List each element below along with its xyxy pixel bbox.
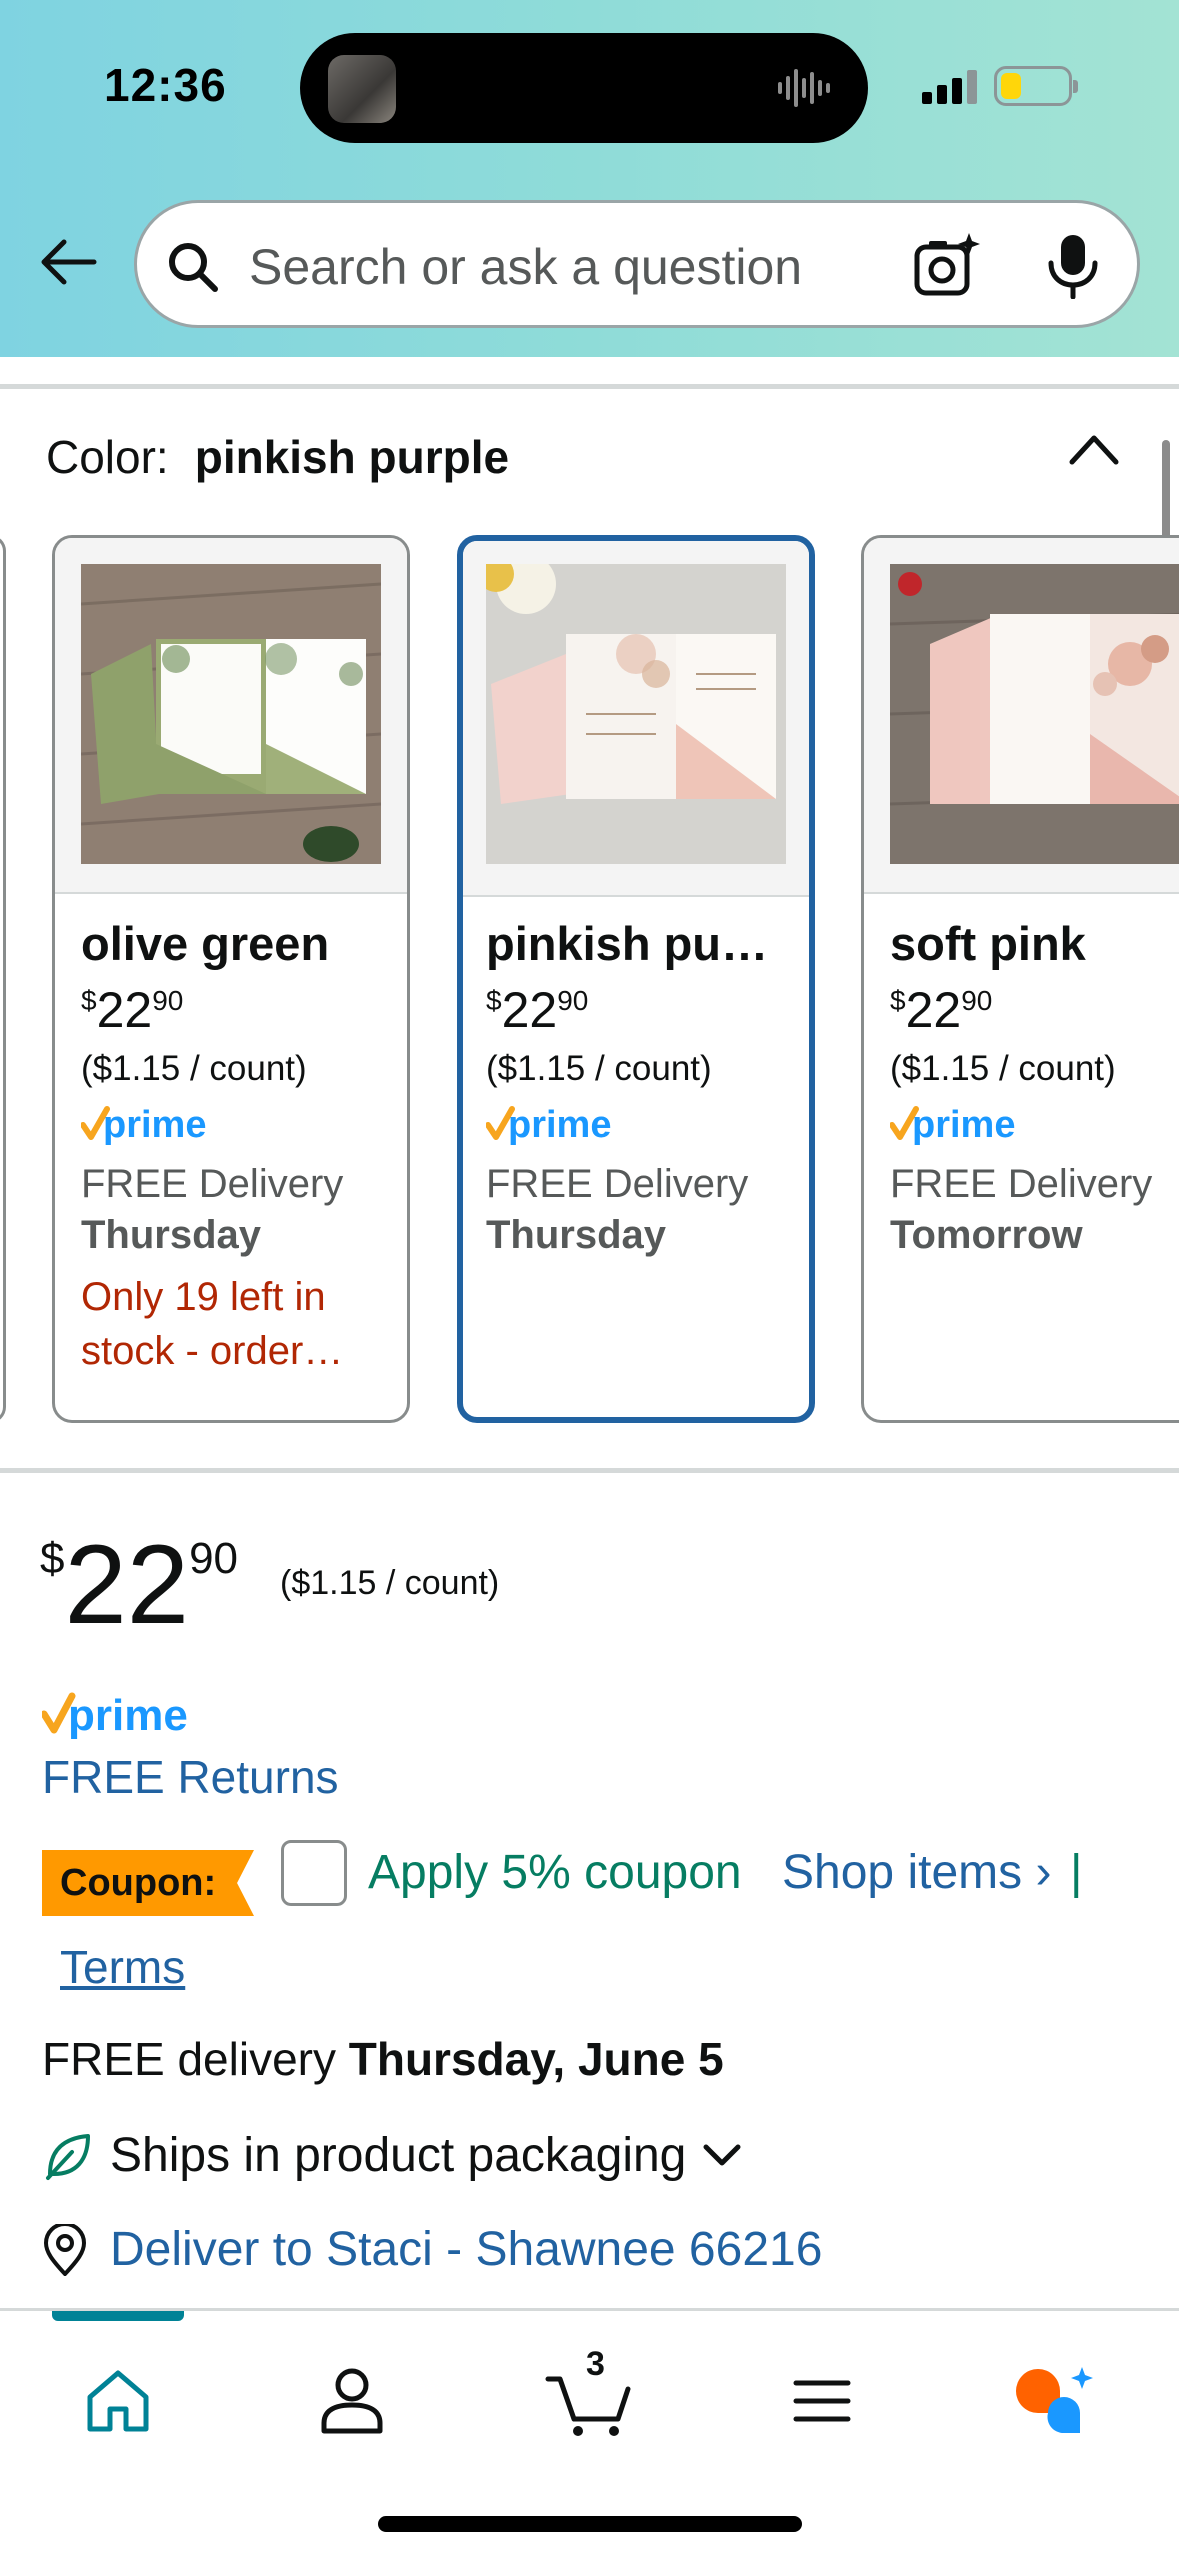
- prime-logo: prime: [485, 1104, 611, 1146]
- color-option-price: $2290: [81, 981, 397, 1043]
- prime-logo: prime: [42, 1691, 188, 1740]
- cart-count-badge: 3: [586, 2345, 605, 2383]
- audio-waveform-icon: [778, 69, 830, 107]
- search-bar[interactable]: [134, 200, 1140, 328]
- svg-text:prime: prime: [508, 1104, 611, 1146]
- apply-coupon-label[interactable]: Apply 5% coupon: [368, 1845, 742, 1900]
- battery-icon: [994, 66, 1078, 106]
- price-fraction: 90: [189, 1534, 239, 1583]
- color-label: Color:: [46, 431, 169, 483]
- ships-in-packaging-toggle[interactable]: Ships in product packaging: [42, 2128, 742, 2183]
- ships-in-packaging-label: Ships in product packaging: [110, 2129, 687, 2182]
- price-currency: $: [890, 985, 906, 1016]
- camera-search-icon[interactable]: [913, 231, 981, 299]
- coupon-terms-link[interactable]: Terms: [60, 1940, 185, 1994]
- selected-color-value: pinkish purple: [194, 431, 510, 483]
- free-returns-link[interactable]: FREE Returns: [42, 1750, 339, 1804]
- location-pin-icon: [43, 2223, 87, 2276]
- color-option-soft-pink[interactable]: soft pink $2290 ($1.15 / count) prime FR…: [861, 535, 1179, 1423]
- color-option-image-area: [55, 538, 407, 894]
- product-image: [486, 564, 786, 864]
- price-fraction: 90: [961, 985, 993, 1016]
- prime-logo: prime: [889, 1104, 1015, 1146]
- coupon-badge: Coupon:: [42, 1850, 254, 1916]
- delivery-text: FREE Delivery: [486, 1162, 749, 1206]
- account-icon[interactable]: [312, 2361, 392, 2441]
- leaf-icon: [46, 2133, 90, 2180]
- price-currency: $: [40, 1534, 65, 1583]
- prime-logo: prime: [80, 1104, 206, 1146]
- search-input[interactable]: [249, 235, 869, 299]
- stock-warning-line: Only 19 left in: [81, 1275, 326, 1319]
- color-option-price: $2290: [890, 981, 1179, 1043]
- status-time: 12:36: [104, 59, 227, 111]
- color-option-price: $2290: [486, 981, 799, 1043]
- price-currency: $: [486, 985, 502, 1016]
- color-option-name: soft pink: [890, 917, 1086, 970]
- color-option-name: pinkish pu…: [486, 917, 768, 970]
- coupon-checkbox[interactable]: [281, 1840, 347, 1906]
- chevron-down-icon: [703, 2144, 741, 2165]
- menu-icon[interactable]: [782, 2361, 862, 2441]
- cellular-signal-icon: [922, 70, 977, 104]
- active-tab-indicator: [52, 2311, 184, 2321]
- main-unit-price: ($1.15 / count): [280, 1564, 500, 1602]
- home-icon[interactable]: [78, 2361, 158, 2441]
- price-fraction: 90: [152, 985, 184, 1016]
- app-header: 12:36: [0, 0, 1179, 357]
- main-price: $2290: [40, 1520, 238, 1649]
- shop-items-link[interactable]: Shop items ›: [782, 1845, 1051, 1900]
- color-selector-header: Color: pinkish purple: [46, 430, 509, 484]
- home-indicator[interactable]: [378, 2516, 802, 2532]
- section-divider: [0, 384, 1179, 389]
- stock-warning-line: stock - order…: [81, 1329, 344, 1373]
- color-option-image-area: [463, 541, 809, 897]
- deliver-to-location[interactable]: Deliver to Staci - Shawnee 66216: [42, 2222, 822, 2277]
- coupon-separator: |: [1070, 1846, 1083, 1899]
- delivery-day: Tomorrow: [890, 1213, 1083, 1257]
- price-fraction: 90: [557, 985, 589, 1016]
- price-currency: $: [81, 985, 97, 1016]
- price-whole: 22: [501, 982, 558, 1038]
- price-whole: 22: [64, 1522, 190, 1647]
- svg-text:prime: prime: [103, 1104, 206, 1146]
- color-option-image-area: [864, 538, 1179, 894]
- scroll-indicator[interactable]: [1162, 440, 1170, 548]
- product-image: [81, 564, 381, 864]
- delivery-prefix: FREE delivery: [42, 2033, 336, 2085]
- previous-color-card-edge[interactable]: [0, 535, 6, 1423]
- delivery-date: Thursday, June 5: [348, 2033, 724, 2085]
- dynamic-island[interactable]: [300, 33, 868, 143]
- unit-price: ($1.15 / count): [486, 1049, 712, 1088]
- product-image: [890, 564, 1179, 864]
- svg-text:prime: prime: [912, 1104, 1015, 1146]
- chevron-up-icon[interactable]: [1066, 428, 1122, 468]
- microphone-icon[interactable]: [1043, 231, 1103, 299]
- price-whole: 22: [96, 982, 153, 1038]
- delivery-text: FREE Delivery: [890, 1162, 1153, 1206]
- deliver-to-label: Deliver to Staci - Shawnee 66216: [110, 2223, 823, 2276]
- section-divider: [0, 1468, 1179, 1473]
- svg-text:prime: prime: [68, 1691, 188, 1740]
- delivery-day: Thursday: [81, 1213, 262, 1257]
- color-option-olive-green[interactable]: olive green $2290 ($1.15 / count) prime …: [52, 535, 410, 1423]
- back-arrow-icon[interactable]: [36, 230, 100, 294]
- price-whole: 22: [905, 982, 962, 1038]
- delivery-day: Thursday: [486, 1213, 667, 1257]
- search-icon: [169, 243, 218, 292]
- unit-price: ($1.15 / count): [890, 1049, 1116, 1088]
- color-option-pinkish-purple[interactable]: pinkish pu… $2290 ($1.15 / count) prime …: [457, 535, 815, 1423]
- delivery-text: FREE Delivery: [81, 1162, 344, 1206]
- rufus-assistant-icon[interactable]: [1010, 2361, 1100, 2441]
- delivery-estimate: FREE delivery Thursday, June 5: [42, 2032, 724, 2086]
- color-option-name: olive green: [81, 917, 330, 970]
- now-playing-thumbnail: [328, 55, 396, 123]
- stock-warning: Only 19 left in stock - order…: [81, 1270, 397, 1378]
- unit-price: ($1.15 / count): [81, 1049, 307, 1088]
